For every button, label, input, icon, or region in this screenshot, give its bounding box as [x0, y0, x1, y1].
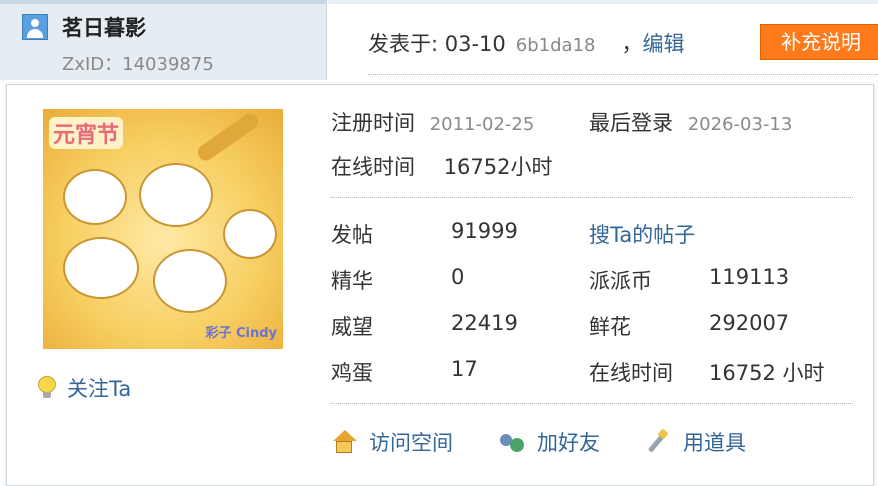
divider-top — [331, 197, 853, 198]
avatar-ball-3 — [63, 237, 139, 299]
visit-space-label[interactable]: 访问空间 — [369, 431, 453, 455]
posts-value: 91999 — [451, 219, 518, 243]
eggs-value: 17 — [451, 357, 478, 381]
prestige-value: 22419 — [451, 311, 518, 335]
coins-label: 派派币 — [589, 269, 652, 293]
avatar-signature: 彩子 Cindy — [205, 326, 277, 341]
edit-separator: ， — [621, 32, 643, 56]
user-profile-card: 元宵节 彩子 Cindy 关注Ta 注册时间 2011-02-25 最后登录 2… — [6, 84, 874, 486]
digest-label: 精华 — [331, 269, 373, 293]
home-icon — [331, 430, 357, 454]
last-login-row: 最后登录 2026-03-13 — [589, 107, 792, 137]
eggs-label: 鸡蛋 — [331, 361, 373, 385]
avatar-spoon-shape — [194, 110, 262, 164]
prestige-label: 威望 — [331, 315, 373, 339]
supplement-button[interactable]: 补充说明 — [760, 24, 878, 60]
post-meta-text: 发表于: 03-10 6b1da18 ，编辑 — [368, 28, 684, 58]
follow-label[interactable]: 关注Ta — [67, 377, 131, 401]
post-hash: 6b1da18 — [515, 35, 596, 56]
avatar-ball-2 — [139, 163, 213, 227]
follow-link[interactable]: 关注Ta — [37, 373, 131, 403]
divider-bottom — [331, 403, 853, 404]
user-zxid: ZxID：14039875 — [62, 54, 214, 75]
avatar-caption: 元宵节 — [49, 117, 124, 149]
username[interactable]: 茗日暮影 — [62, 12, 146, 42]
user-avatar-icon[interactable] — [22, 14, 48, 40]
register-value: 2011-02-25 — [429, 114, 535, 135]
edit-link[interactable]: 编辑 — [642, 32, 684, 56]
flowers-label: 鲜花 — [589, 315, 631, 339]
meta-topline — [328, 0, 878, 4]
online-label: 在线时间 — [331, 155, 415, 179]
user-header: 茗日暮影 ZxID：14039875 — [0, 0, 327, 80]
use-item-label[interactable]: 用道具 — [683, 431, 746, 455]
posts-label: 发帖 — [331, 223, 373, 247]
header-topline — [0, 0, 326, 4]
last-login-label: 最后登录 — [589, 111, 673, 135]
stats-online-label: 在线时间 — [589, 361, 673, 385]
avatar-ball-5 — [223, 209, 277, 259]
visit-space-link[interactable]: 访问空间 — [331, 427, 453, 457]
use-item-link[interactable]: 用道具 — [645, 427, 746, 457]
bulb-icon — [37, 376, 57, 400]
add-friend-label[interactable]: 加好友 — [537, 431, 600, 455]
magic-wand-icon — [645, 430, 671, 454]
posted-time: 发表于: 03-10 — [368, 32, 506, 56]
avatar-ball-1 — [63, 169, 127, 225]
coins-value: 119113 — [709, 265, 790, 289]
register-label: 注册时间 — [331, 111, 415, 135]
online-value: 16752小时 — [443, 155, 553, 179]
add-friend-link[interactable]: 加好友 — [499, 427, 600, 457]
add-friend-icon — [499, 430, 525, 454]
last-login-value: 2026-03-13 — [687, 114, 793, 135]
avatar-ball-4 — [153, 249, 227, 313]
post-meta-row: 发表于: 03-10 6b1da18 ，编辑 补充说明 — [328, 0, 878, 80]
meta-divider — [368, 74, 878, 75]
online-row: 在线时间 16752小时 — [331, 151, 553, 181]
digest-value: 0 — [451, 265, 465, 289]
stats-online-value: 16752 小时 — [709, 361, 825, 385]
register-row: 注册时间 2011-02-25 — [331, 107, 534, 137]
flowers-value: 292007 — [709, 311, 790, 335]
search-posts-link[interactable]: 搜Ta的帖子 — [589, 219, 695, 249]
profile-avatar[interactable]: 元宵节 彩子 Cindy — [43, 109, 283, 349]
